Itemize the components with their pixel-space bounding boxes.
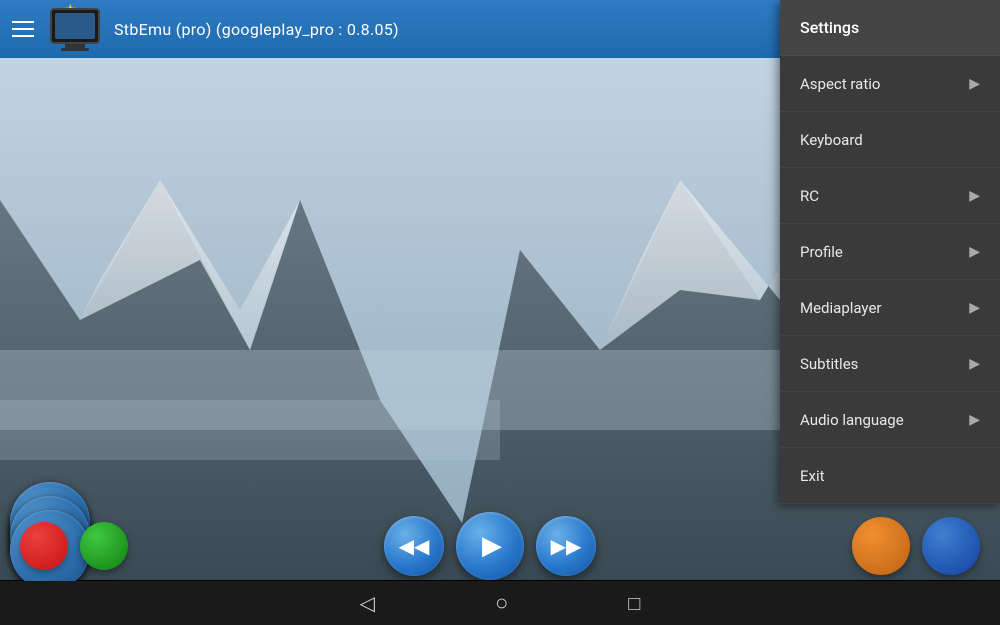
chevron-right-icon: ▶ — [969, 76, 980, 92]
menu-item-profile[interactable]: Profile ▶ — [780, 224, 1000, 280]
chevron-right-icon: ▶ — [969, 412, 980, 428]
menu-item-keyboard[interactable]: Keyboard — [780, 112, 1000, 168]
menu-item-aspect-ratio[interactable]: Aspect ratio ▶ — [780, 56, 1000, 112]
system-nav-bar: ◁ ○ □ — [0, 581, 1000, 625]
play-icon: ▶ — [482, 531, 502, 561]
fastforward-button[interactable]: ▶▶ — [536, 516, 596, 576]
hamburger-menu-icon[interactable] — [12, 21, 34, 37]
rewind-icon: ◀◀ — [399, 534, 430, 558]
menu-item-mediaplayer[interactable]: Mediaplayer ▶ — [780, 280, 1000, 336]
menu-item-settings[interactable]: Settings — [780, 0, 1000, 56]
system-home-button[interactable]: ○ — [495, 590, 508, 616]
settings-dropdown-menu: Settings Aspect ratio ▶ Keyboard RC ▶ Pr… — [780, 0, 1000, 504]
app-title: StbEmu (pro) (googleplay_pro : 0.8.05) — [114, 20, 399, 39]
rewind-button[interactable]: ◀◀ — [384, 516, 444, 576]
chevron-right-icon: ▶ — [969, 188, 980, 204]
blue-button[interactable] — [922, 517, 980, 575]
green-button[interactable] — [80, 522, 128, 570]
chevron-right-icon: ▶ — [969, 300, 980, 316]
menu-item-exit[interactable]: Exit — [780, 448, 1000, 504]
red-button[interactable] — [20, 522, 68, 570]
toolbar: ★ StbEmu (pro) (googleplay_pro : 0.8.05) — [0, 0, 780, 58]
menu-item-rc[interactable]: RC ▶ — [780, 168, 1000, 224]
menu-item-subtitles[interactable]: Subtitles ▶ — [780, 336, 1000, 392]
chevron-right-icon: ▶ — [969, 356, 980, 372]
menu-item-audio-language[interactable]: Audio language ▶ — [780, 392, 1000, 448]
system-recent-button[interactable]: □ — [628, 591, 640, 616]
orange-button[interactable] — [852, 517, 910, 575]
fastforward-icon: ▶▶ — [551, 534, 582, 558]
chevron-right-icon: ▶ — [969, 244, 980, 260]
play-button[interactable]: ▶ — [456, 512, 524, 580]
tv-icon: ★ — [50, 8, 100, 51]
system-back-button[interactable]: ◁ — [360, 591, 375, 615]
transport-bar: ◀◀ ▶ ▶▶ — [0, 512, 1000, 580]
